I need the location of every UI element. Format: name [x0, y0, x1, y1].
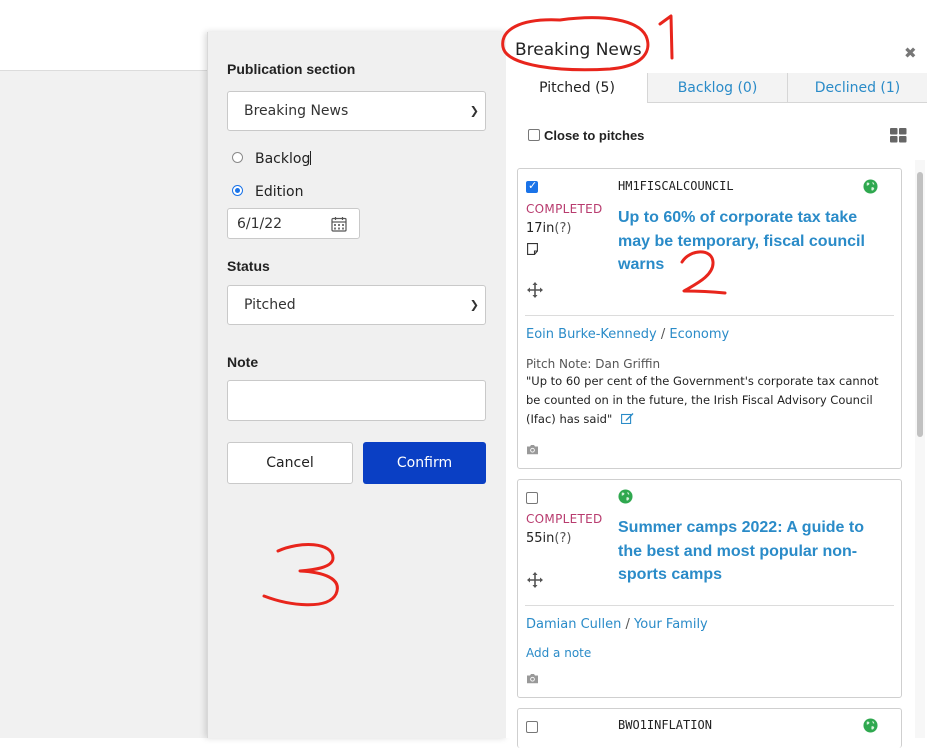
note-label: Note — [227, 354, 259, 370]
status-label: Status — [227, 258, 270, 274]
pitch-status: COMPLETED — [526, 202, 603, 216]
length-help: (?) — [554, 531, 572, 546]
chevron-down-icon: ❯ — [469, 298, 479, 312]
pitch-status: COMPLETED — [526, 512, 603, 526]
confirm-button[interactable]: Confirm — [363, 442, 486, 484]
section-link[interactable]: Your Family — [634, 617, 708, 632]
section-link[interactable]: Economy — [669, 327, 729, 342]
close-icon[interactable]: ✖ — [904, 44, 917, 62]
pitch-slug: BWO1INFLATION — [618, 718, 712, 732]
pitch-select-checkbox[interactable] — [526, 492, 538, 504]
status-select[interactable]: Pitched ❯ — [227, 285, 486, 325]
globe-icon — [863, 718, 878, 733]
cancel-button[interactable]: Cancel — [227, 442, 353, 484]
edition-date-value: 6/1/22 — [237, 215, 283, 232]
pitch-slug: HM1FISCALCOUNCIL — [618, 179, 734, 193]
pitch-select-checkbox[interactable] — [526, 179, 538, 193]
panel-title: Breaking News — [515, 40, 642, 60]
camera-icon[interactable] — [526, 673, 539, 684]
backlog-radio[interactable] — [232, 152, 243, 163]
pitch-select-checkbox[interactable] — [526, 721, 538, 733]
pitch-note-label: Pitch Note: Dan Griffin — [526, 357, 661, 371]
publication-section-label: Publication section — [227, 61, 356, 77]
tab-pitched[interactable]: Pitched (5) — [507, 73, 647, 103]
close-to-pitches-label: Close to pitches — [544, 128, 645, 143]
publication-section-value: Breaking News — [244, 103, 349, 119]
length-help: (?) — [554, 221, 572, 236]
publication-section-select[interactable]: Breaking News ❯ — [227, 91, 486, 131]
scrollbar-thumb[interactable] — [917, 172, 923, 437]
edit-note-icon[interactable] — [620, 412, 634, 424]
add-note-link[interactable]: Add a note — [526, 646, 591, 660]
tab-backlog[interactable]: Backlog (0) — [647, 73, 787, 103]
drag-handle-icon[interactable] — [526, 281, 544, 299]
backlog-radio-label: Backlog — [255, 151, 312, 167]
pitch-headline[interactable]: Summer camps 2022: A guide to the best a… — [618, 516, 890, 587]
card-divider — [525, 605, 894, 606]
background-area — [0, 71, 207, 738]
pitch-headline[interactable]: Up to 60% of corporate tax take may be t… — [618, 206, 890, 277]
edition-radio[interactable] — [232, 185, 243, 196]
close-to-pitches-checkbox[interactable] — [528, 129, 540, 141]
card-divider — [525, 315, 894, 316]
globe-icon — [863, 179, 878, 194]
globe-icon — [618, 489, 633, 504]
edition-radio-label: Edition — [255, 184, 304, 200]
pitch-byline: Damian Cullen / Your Family — [526, 617, 708, 632]
chevron-down-icon: ❯ — [469, 104, 479, 118]
grid-view-icon[interactable] — [890, 128, 907, 143]
author-link[interactable]: Damian Cullen — [526, 617, 621, 632]
pitch-length: 17in(?) — [526, 221, 572, 236]
tab-declined[interactable]: Declined (1) — [787, 73, 927, 103]
note-icon — [527, 243, 538, 255]
author-link[interactable]: Eoin Burke-Kennedy — [526, 327, 657, 342]
status-select-value: Pitched — [244, 297, 296, 313]
edition-date-input[interactable]: 6/1/22 — [227, 208, 360, 239]
camera-icon[interactable] — [526, 444, 539, 455]
drag-handle-icon[interactable] — [526, 571, 544, 589]
note-input[interactable] — [227, 380, 486, 421]
pitch-note-text: "Up to 60 per cent of the Government's c… — [526, 374, 879, 426]
pitch-length: 55in(?) — [526, 531, 572, 546]
pitch-byline: Eoin Burke-Kennedy / Economy — [526, 327, 730, 342]
calendar-icon[interactable] — [331, 216, 347, 232]
